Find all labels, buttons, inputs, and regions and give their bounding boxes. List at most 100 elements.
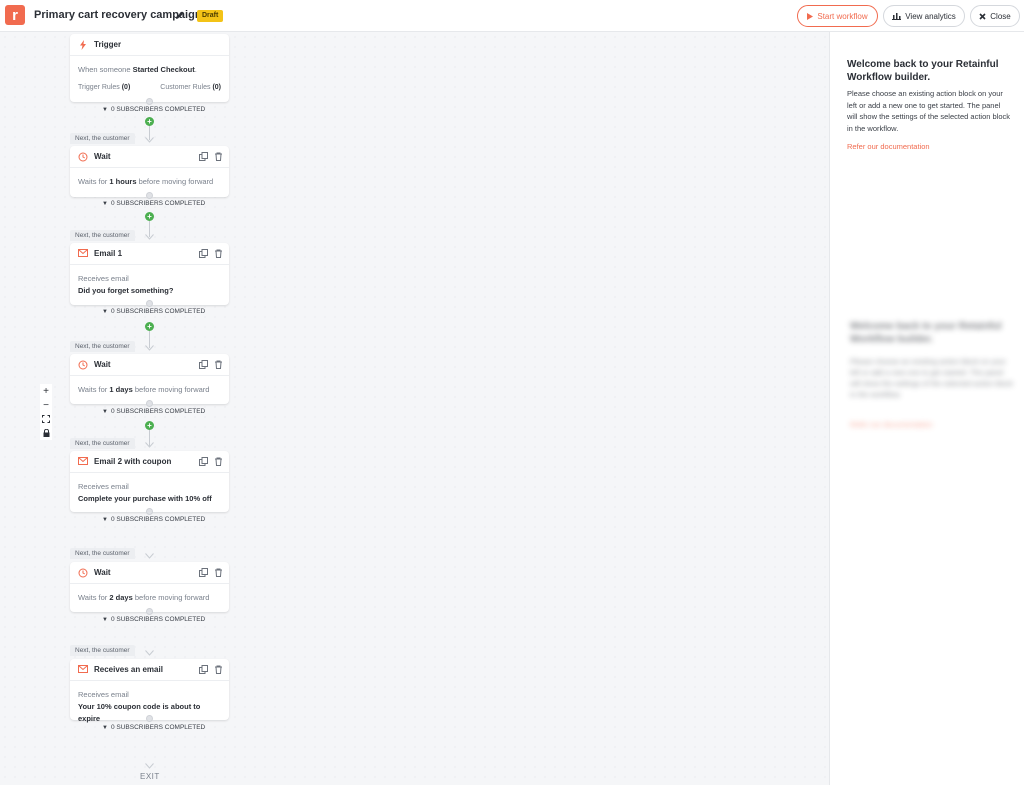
next-customer-label: Next, the customer: [70, 548, 135, 559]
connector-dot[interactable]: [146, 300, 153, 307]
envelope-icon: [78, 456, 88, 467]
email-node-body: Receives email Complete your purchase wi…: [78, 482, 212, 503]
add-step-button[interactable]: +: [145, 212, 154, 221]
status-badge: Draft: [197, 10, 224, 22]
connector-dot[interactable]: [146, 608, 153, 615]
email-title: Email 1: [94, 249, 123, 258]
caret-down-icon: ▼: [102, 308, 108, 315]
add-step-button[interactable]: +: [145, 421, 154, 430]
workflow-canvas[interactable]: Trigger When someone Started Checkout. T…: [0, 32, 829, 785]
clock-icon: [78, 152, 88, 162]
copy-icon[interactable]: [199, 152, 208, 161]
next-customer-label: Next, the customer: [70, 133, 135, 144]
email-node-header: Email 2 with coupon: [70, 451, 229, 473]
wait-node[interactable]: Wait Waits for 1 hours before moving for…: [70, 146, 229, 197]
wait-title: Wait: [94, 152, 111, 161]
arrow-down-icon: [145, 763, 154, 769]
trigger-title: Trigger: [94, 40, 122, 49]
connector-dot[interactable]: [146, 98, 153, 105]
next-customer-label: Next, the customer: [70, 645, 135, 656]
trigger-rules-link[interactable]: Trigger Rules (0): [78, 82, 130, 94]
trash-icon[interactable]: [214, 665, 223, 674]
wait-node[interactable]: Wait Waits for 2 days before moving forw…: [70, 562, 229, 612]
zoom-controls: + −: [40, 384, 52, 440]
email-node-body: Receives email Did you forget something?: [78, 274, 174, 295]
clock-icon: [78, 360, 88, 370]
connector-dot[interactable]: [146, 400, 153, 407]
copy-icon[interactable]: [199, 249, 208, 258]
fit-view-icon[interactable]: [40, 412, 52, 426]
trash-icon[interactable]: [214, 152, 223, 161]
trigger-node[interactable]: Trigger When someone Started Checkout. T…: [70, 34, 229, 102]
retainful-logo[interactable]: r: [5, 5, 25, 25]
subscribers-completed[interactable]: ▼ 0 SUBSCRIBERS COMPLETED: [102, 516, 205, 523]
envelope-icon: [78, 664, 88, 675]
email-node-header: Email 1: [70, 243, 229, 265]
add-step-button[interactable]: +: [145, 322, 154, 331]
zoom-out-button[interactable]: −: [40, 398, 52, 412]
caret-down-icon: ▼: [102, 516, 108, 523]
trigger-node-body: When someone Started Checkout. Trigger R…: [70, 56, 229, 102]
email-node[interactable]: Email 1 Receives email Did you forget so…: [70, 243, 229, 305]
subscribers-completed[interactable]: ▼ 0 SUBSCRIBERS COMPLETED: [102, 724, 205, 731]
bar-chart-icon: [892, 13, 902, 20]
wait-node[interactable]: Wait Waits for 1 days before moving forw…: [70, 354, 229, 404]
trigger-description: When someone Started Checkout.: [78, 65, 197, 74]
close-icon: [979, 12, 986, 20]
next-customer-label: Next, the customer: [70, 341, 135, 352]
trash-icon[interactable]: [214, 360, 223, 369]
caret-down-icon: ▼: [102, 724, 108, 731]
subscribers-completed[interactable]: ▼ 0 SUBSCRIBERS COMPLETED: [102, 308, 205, 315]
wait-node-header: Wait: [70, 354, 229, 376]
connector-dot[interactable]: [146, 715, 153, 722]
zoom-in-button[interactable]: +: [40, 384, 52, 398]
lock-icon[interactable]: [40, 426, 52, 440]
close-label: Close: [990, 11, 1011, 21]
copy-icon[interactable]: [199, 665, 208, 674]
trigger-node-header: Trigger: [70, 34, 229, 56]
close-button[interactable]: Close: [970, 5, 1020, 27]
view-analytics-button[interactable]: View analytics: [883, 5, 965, 27]
email-title: Receives an email: [94, 665, 163, 674]
subscribers-completed[interactable]: ▼ 0 SUBSCRIBERS COMPLETED: [102, 106, 205, 113]
panel-heading: Welcome back to your Retainful Workflow …: [847, 59, 999, 83]
arrow-down-icon: [145, 345, 154, 351]
caret-down-icon: ▼: [102, 408, 108, 415]
copy-icon[interactable]: [199, 457, 208, 466]
arrow-down-icon: [145, 650, 154, 656]
arrow-down-icon: [145, 234, 154, 240]
wait-node-header: Wait: [70, 146, 229, 168]
email-node-header: Receives an email: [70, 659, 229, 681]
documentation-link[interactable]: Refer our documentation: [847, 142, 930, 151]
top-bar: r Primary cart recovery campaign Draft S…: [0, 0, 1024, 32]
play-icon: [807, 12, 814, 20]
connector-dot[interactable]: [146, 192, 153, 199]
arrow-down-icon: [145, 137, 154, 143]
email-node[interactable]: Receives an email Receives email Your 10…: [70, 659, 229, 723]
connector-dot[interactable]: [146, 508, 153, 515]
subscribers-completed[interactable]: ▼ 0 SUBSCRIBERS COMPLETED: [102, 408, 205, 415]
add-step-button[interactable]: +: [145, 117, 154, 126]
email-title: Email 2 with coupon: [94, 457, 172, 466]
trash-icon[interactable]: [214, 457, 223, 466]
pencil-icon[interactable]: [175, 10, 185, 20]
caret-down-icon: ▼: [102, 106, 108, 113]
trash-icon[interactable]: [214, 568, 223, 577]
wait-title: Wait: [94, 360, 111, 369]
start-workflow-label: Start workflow: [817, 11, 868, 21]
caret-down-icon: ▼: [102, 200, 108, 207]
clock-icon: [78, 568, 88, 578]
caret-down-icon: ▼: [102, 616, 108, 623]
trash-icon[interactable]: [214, 249, 223, 258]
copy-icon[interactable]: [199, 360, 208, 369]
start-workflow-button[interactable]: Start workflow: [797, 5, 878, 27]
next-customer-label: Next, the customer: [70, 230, 135, 241]
email-node[interactable]: Email 2 with coupon Receives email Compl…: [70, 451, 229, 512]
wait-title: Wait: [94, 568, 111, 577]
envelope-icon: [78, 248, 88, 259]
customer-rules-link[interactable]: Customer Rules (0): [160, 82, 221, 94]
copy-icon[interactable]: [199, 568, 208, 577]
subscribers-completed[interactable]: ▼ 0 SUBSCRIBERS COMPLETED: [102, 200, 205, 207]
settings-panel: Welcome back to your Retainful Workflow …: [829, 32, 1024, 785]
subscribers-completed[interactable]: ▼ 0 SUBSCRIBERS COMPLETED: [102, 616, 205, 623]
